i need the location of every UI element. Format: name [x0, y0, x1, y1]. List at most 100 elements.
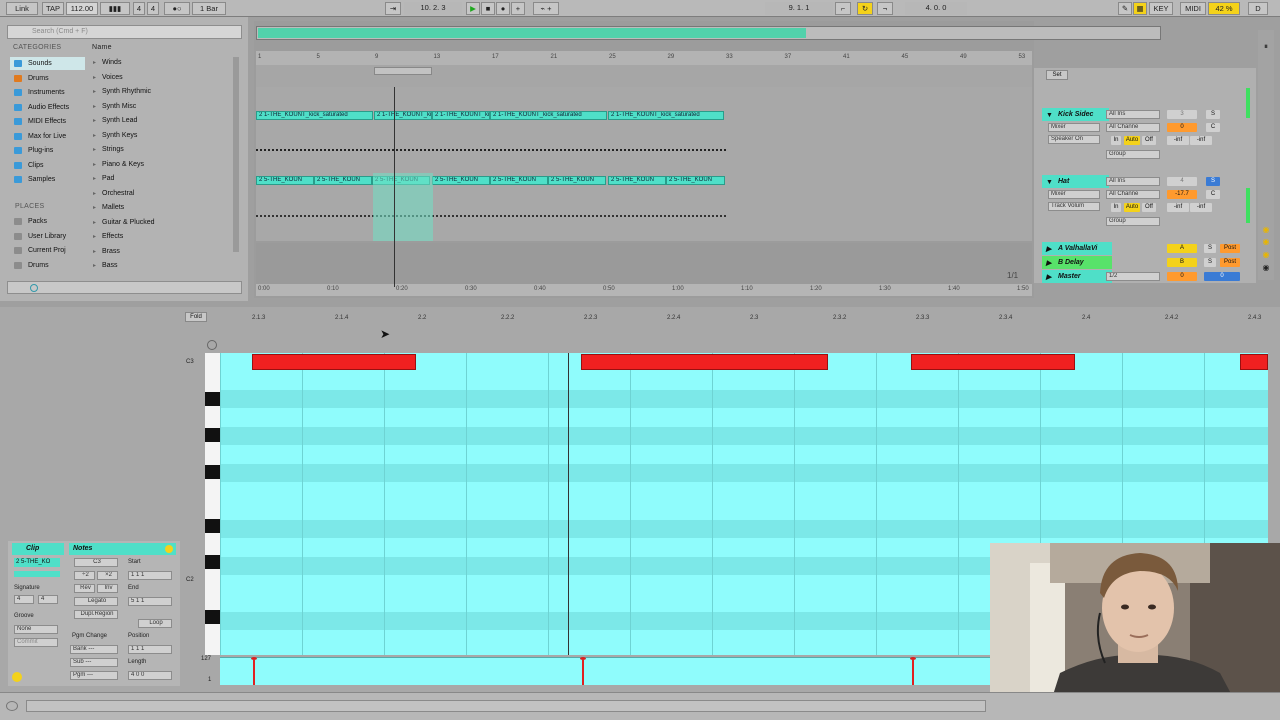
return-a[interactable]: ▶ A ValhallaVi	[1042, 242, 1112, 255]
name-item-pad[interactable]: Pad	[90, 172, 230, 186]
io-icon[interactable]: ◉	[1260, 225, 1272, 235]
name-item-bass[interactable]: Bass	[90, 259, 230, 273]
velocity-marker[interactable]	[251, 657, 257, 685]
quantize-select[interactable]: 1 Bar	[192, 2, 226, 15]
category-item-sounds[interactable]: Sounds	[10, 57, 85, 70]
midi-note[interactable]	[1240, 354, 1268, 370]
kick-channel-select[interactable]: All Channe	[1106, 123, 1160, 132]
tempo-field[interactable]: 112.00	[66, 2, 98, 15]
hat-clip[interactable]: 2 5-THE_KOUN	[256, 176, 314, 185]
black-key[interactable]	[205, 392, 220, 406]
name-item-effects[interactable]: Effects	[90, 230, 230, 244]
start-field[interactable]: 1 1 1	[128, 571, 172, 580]
loop-icon[interactable]: ↻	[857, 2, 873, 15]
fold-icon[interactable]: ▼	[1046, 176, 1053, 189]
name-item-synth-keys[interactable]: Synth Keys	[90, 129, 230, 143]
browser-scrollbar[interactable]	[233, 57, 239, 252]
hat-clip[interactable]: 2 5-THE_KOUN	[490, 176, 548, 185]
master-track[interactable]: ▶ Master	[1042, 270, 1112, 283]
return-b-solo[interactable]: S	[1204, 258, 1216, 267]
kick-in-button[interactable]: In	[1111, 136, 1121, 145]
black-key[interactable]	[205, 610, 220, 624]
kick-group-select[interactable]: Group	[1106, 150, 1160, 159]
kick-input-select[interactable]: All Ins	[1106, 110, 1160, 119]
launch-icon[interactable]	[12, 672, 22, 682]
category-item-max-for-live[interactable]: Max for Live	[10, 130, 85, 143]
hat-off-button[interactable]: Off	[1142, 203, 1156, 212]
legato-button[interactable]: Legato	[74, 597, 118, 606]
play-icon[interactable]: ▶	[466, 2, 480, 15]
metronome-icon[interactable]: ●○	[164, 2, 190, 15]
hat-clip[interactable]: 2 5-THE_KOUN	[548, 176, 606, 185]
black-key[interactable]	[205, 465, 220, 479]
halve-button[interactable]: ÷2	[74, 571, 95, 580]
hat-clip[interactable]: 2 5-THE_KOUN	[314, 176, 372, 185]
category-item-audio-effects[interactable]: Audio Effects	[10, 101, 85, 114]
midi-note[interactable]	[911, 354, 1075, 370]
status-icon[interactable]	[6, 701, 18, 711]
record-icon[interactable]: ●	[496, 2, 510, 15]
return-a-post[interactable]: Post	[1220, 244, 1240, 253]
return-b-letter[interactable]: B	[1167, 258, 1197, 267]
invert-button[interactable]: Inv	[97, 584, 118, 593]
black-key[interactable]	[205, 428, 220, 442]
category-item-plug-ins[interactable]: Plug-ins	[10, 144, 85, 157]
hat-channel-select[interactable]: All Channe	[1106, 190, 1160, 199]
end-field[interactable]: 5 1 1	[128, 597, 172, 606]
time-ruler[interactable]	[256, 284, 1032, 296]
kick-mixer-select[interactable]: Mixer	[1048, 123, 1100, 132]
kick-auto-button[interactable]: Auto	[1124, 136, 1140, 145]
groove-select[interactable]: None	[14, 625, 58, 634]
hat-clip[interactable]: 2 5-THE_KOUN	[432, 176, 490, 185]
velocity-marker[interactable]	[580, 657, 586, 685]
punch-out-icon[interactable]: ¬	[877, 2, 893, 15]
kick-solo-button[interactable]: S	[1206, 110, 1220, 119]
name-column-header[interactable]: Name	[92, 44, 112, 51]
tap-button[interactable]: TAP	[42, 2, 64, 15]
link-button[interactable]: Link	[6, 2, 38, 15]
name-item-piano-keys[interactable]: Piano & Keys	[90, 158, 230, 172]
locator-lane[interactable]	[256, 65, 1032, 87]
song-position[interactable]: 10. 2. 3	[404, 2, 462, 15]
loop-selection[interactable]	[373, 173, 433, 241]
hat-group-select[interactable]: Group	[1106, 217, 1160, 226]
beat-ruler[interactable]	[220, 311, 1268, 325]
stop-icon[interactable]: ■	[481, 2, 495, 15]
metro-icon[interactable]: ▮▮▮	[100, 2, 130, 15]
midi-map-button[interactable]: MIDI	[1180, 2, 1206, 15]
kick-track-lane[interactable]	[256, 87, 1032, 173]
velocity-marker[interactable]	[910, 657, 916, 685]
clip-name-field[interactable]: 2 5-THE_KO	[14, 558, 60, 567]
loop-button[interactable]: Loop	[138, 619, 172, 628]
loop-length[interactable]: 4. 0. 0	[905, 2, 967, 15]
category-item-instruments[interactable]: Instruments	[10, 86, 85, 99]
loop-start[interactable]: 9. 1. 1	[765, 2, 833, 15]
return-b-post[interactable]: Post	[1220, 258, 1240, 267]
fold-icon[interactable]: ▼	[1046, 109, 1053, 122]
clip-tab[interactable]: Clip	[12, 543, 64, 555]
reverse-button[interactable]: Rev	[74, 584, 95, 593]
duplicate-region-button[interactable]: Dupl.Region	[74, 610, 118, 619]
name-item-synth-rhythmic[interactable]: Synth Rhythmic	[90, 85, 230, 99]
punch-in-icon[interactable]: ⌐	[835, 2, 851, 15]
browser-search-input[interactable]: Search (Cmd + F)	[7, 25, 242, 39]
clip-sig-den[interactable]: 4	[38, 595, 58, 604]
sends-icon[interactable]: ◉	[1260, 237, 1272, 247]
play-icon[interactable]: ▶	[1046, 271, 1051, 284]
preview-icon[interactable]	[30, 284, 38, 292]
name-item-orchestral[interactable]: Orchestral	[90, 187, 230, 201]
track-name-kick[interactable]: ▼ Kick Sidec	[1042, 108, 1109, 121]
category-item-samples[interactable]: Samples	[10, 173, 85, 186]
double-button[interactable]: ×2	[97, 571, 118, 580]
length-field[interactable]: 4 0 0	[128, 671, 172, 680]
play-icon[interactable]: ▶	[1046, 257, 1051, 270]
midi-note[interactable]	[581, 354, 828, 370]
kick-pan[interactable]: C	[1206, 123, 1220, 132]
hat-track-num[interactable]: 4	[1167, 177, 1197, 186]
hat-mixer-select[interactable]: Mixer	[1048, 190, 1100, 199]
midi-note[interactable]	[252, 354, 416, 370]
kick-volume[interactable]: 0	[1167, 123, 1197, 132]
hat-solo-button[interactable]: S	[1206, 177, 1220, 186]
returns-icon[interactable]: ◉	[1260, 250, 1272, 260]
sub-select[interactable]: Sub ---	[70, 658, 118, 667]
